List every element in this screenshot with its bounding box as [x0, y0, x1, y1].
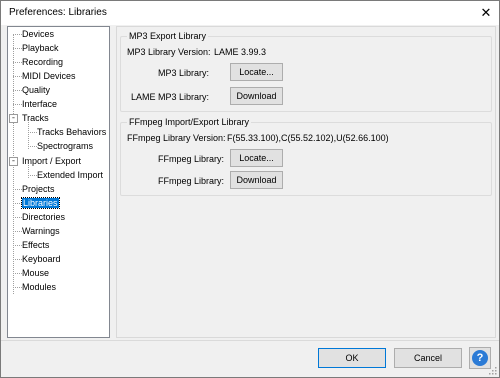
sidebar-item-label: Tracks	[22, 113, 49, 123]
tree-connector	[13, 48, 22, 49]
tree-connector	[13, 217, 22, 218]
libraries-panel: MP3 Export Library MP3 Library Version: …	[116, 26, 496, 338]
expander-collapse-icon[interactable]: -	[9, 114, 18, 123]
footer-divider	[1, 340, 499, 341]
sidebar-item-label: Mouse	[22, 268, 50, 278]
mp3-export-library-group: MP3 Export Library MP3 Library Version: …	[120, 31, 492, 112]
ffmpeg-download-label: FFmpeg Library:	[158, 176, 225, 186]
tree-connector	[13, 104, 22, 105]
sidebar-item-spectrograms[interactable]: Spectrograms	[37, 140, 93, 153]
help-icon: ?	[472, 350, 488, 366]
tree-connector	[13, 245, 22, 246]
tree-connector	[13, 259, 22, 260]
sidebar-item-keyboard[interactable]: Keyboard	[22, 253, 61, 266]
preferences-window: Preferences: Libraries ✕ - - Devices Pla…	[0, 0, 500, 378]
sidebar-item-label: Devices	[22, 29, 55, 39]
tree-connector	[13, 76, 22, 77]
sidebar-item-label: Interface	[22, 99, 58, 109]
sidebar-item-interface[interactable]: Interface	[22, 98, 57, 111]
title-bar: Preferences: Libraries ✕	[1, 1, 499, 25]
tree-connector	[28, 122, 29, 149]
resize-grip-icon[interactable]	[487, 365, 497, 375]
tree-connector	[28, 132, 37, 133]
sidebar-item-mouse[interactable]: Mouse	[22, 267, 49, 280]
tree-connector	[13, 231, 22, 232]
sidebar-item-libraries[interactable]: Libraries	[21, 197, 60, 210]
sidebar-item-quality[interactable]: Quality	[22, 84, 50, 97]
sidebar-item-label: MIDI Devices	[22, 71, 76, 81]
tree-connector	[13, 90, 22, 91]
tree-connector	[28, 175, 37, 176]
ffmpeg-version-label: FFmpeg Library Version:	[127, 133, 226, 143]
group-title: FFmpeg Import/Export Library	[127, 117, 252, 127]
sidebar-item-tracks[interactable]: Tracks	[22, 112, 49, 125]
sidebar-item-extended-import[interactable]: Extended Import	[37, 169, 103, 182]
tree-connector	[13, 203, 22, 204]
ok-button[interactable]: OK	[318, 348, 386, 368]
ffmpeg-version-value: F(55.33.100),C(55.52.102),U(52.66.100)	[227, 133, 389, 143]
close-icon[interactable]: ✕	[473, 1, 499, 25]
cancel-button[interactable]: Cancel	[394, 348, 462, 368]
sidebar-item-label: Quality	[22, 85, 51, 95]
sidebar-item-effects[interactable]: Effects	[22, 239, 49, 252]
sidebar-item-label: Effects	[22, 240, 50, 250]
sidebar-item-label: Warnings	[22, 226, 60, 236]
sidebar-item-devices[interactable]: Devices	[22, 28, 54, 41]
sidebar-item-label: Spectrograms	[37, 141, 94, 151]
mp3-download-button[interactable]: Download	[230, 87, 283, 105]
tree-connector	[13, 189, 22, 190]
sidebar-item-label: Import / Export	[22, 156, 82, 166]
sidebar-item-label: Playback	[22, 43, 59, 53]
lame-mp3-library-label: LAME MP3 Library:	[131, 92, 210, 102]
ffmpeg-library-group: FFmpeg Import/Export Library FFmpeg Libr…	[120, 117, 492, 196]
sidebar-item-recording[interactable]: Recording	[22, 56, 63, 69]
mp3-locate-button[interactable]: Locate...	[230, 63, 283, 81]
mp3-version-value: LAME 3.99.3	[214, 47, 267, 57]
sidebar-item-modules[interactable]: Modules	[22, 281, 56, 294]
ffmpeg-download-button[interactable]: Download	[230, 171, 283, 189]
preferences-tree[interactable]: - - Devices Playback Recording MIDI Devi…	[7, 26, 110, 338]
tree-connector	[28, 146, 37, 147]
mp3-library-label: MP3 Library:	[158, 68, 210, 78]
sidebar-item-label: Projects	[22, 184, 55, 194]
sidebar-item-label: Keyboard	[22, 254, 61, 264]
mp3-version-label: MP3 Library Version:	[127, 47, 211, 57]
tree-connector	[13, 62, 22, 63]
ffmpeg-library-label: FFmpeg Library:	[158, 154, 225, 164]
sidebar-item-projects[interactable]: Projects	[22, 183, 55, 196]
sidebar-item-label: Recording	[22, 57, 64, 67]
sidebar-item-label: Tracks Behaviors	[37, 127, 107, 137]
sidebar-item-import-export[interactable]: Import / Export	[22, 155, 81, 168]
group-title: MP3 Export Library	[127, 31, 209, 41]
sidebar-item-warnings[interactable]: Warnings	[22, 225, 60, 238]
sidebar-item-label: Libraries	[21, 197, 60, 209]
sidebar-item-label: Modules	[22, 282, 57, 292]
window-title: Preferences: Libraries	[9, 7, 107, 18]
sidebar-item-label: Extended Import	[37, 170, 104, 180]
sidebar-item-playback[interactable]: Playback	[22, 42, 59, 55]
ffmpeg-locate-button[interactable]: Locate...	[230, 149, 283, 167]
tree-connector	[13, 34, 22, 35]
sidebar-item-label: Directories	[22, 212, 66, 222]
sidebar-item-tracks-behaviors[interactable]: Tracks Behaviors	[37, 126, 106, 139]
sidebar-item-midi-devices[interactable]: MIDI Devices	[22, 70, 76, 83]
tree-connector	[13, 273, 22, 274]
tree-connector	[13, 287, 22, 288]
sidebar-item-directories[interactable]: Directories	[22, 211, 65, 224]
expander-collapse-icon[interactable]: -	[9, 157, 18, 166]
